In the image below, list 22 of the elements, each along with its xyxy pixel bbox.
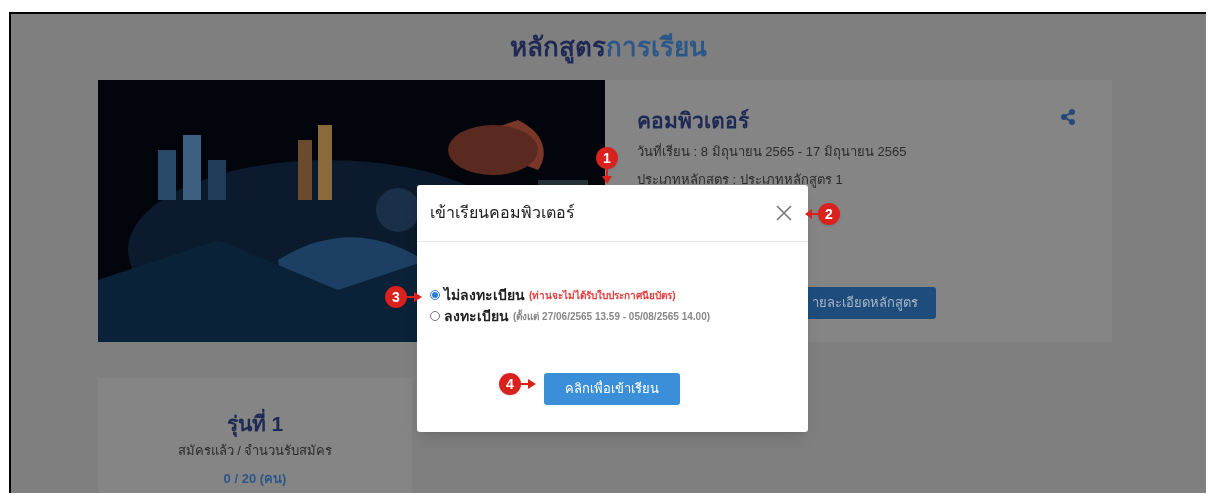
dialog-title: เข้าเรียนคอมพิวเตอร์ bbox=[430, 202, 575, 223]
arrow-icon bbox=[520, 379, 536, 389]
study-dates: วันที่เรียน : 8 มิถุนายน 2565 - 17 มิถุนายน 2565 bbox=[637, 142, 907, 162]
course-type: ประเภทหลักสตร : ประเภทหลักสูตร 1 bbox=[637, 171, 843, 190]
course-title: คอมพิวเตอร์ bbox=[637, 108, 749, 134]
batch-caption: สมัครแล้ว / จำนวนรับสมัคร bbox=[177, 442, 333, 460]
option-note: (ตั้งแต่ 27/06/2565 13.59 - 05/08/2565 14.00) bbox=[513, 308, 711, 324]
details-button[interactable]: ายละเอียดหลักสูตร bbox=[808, 287, 936, 319]
option-label: ลงทะเบียน bbox=[444, 306, 509, 326]
option-note: (ท่านจะไม่ได้รับใบประกาศนียบัตร) bbox=[529, 288, 676, 303]
radio-button[interactable] bbox=[430, 290, 440, 300]
arrow-icon bbox=[602, 168, 612, 184]
arrow-icon bbox=[805, 209, 819, 219]
share-icon[interactable] bbox=[1060, 109, 1076, 125]
option-label: ไม่ลงทะเบียน bbox=[444, 285, 525, 305]
arrow-icon bbox=[406, 292, 422, 302]
submit-button[interactable]: คลิกเพื่อเข้าเรียน bbox=[543, 373, 680, 405]
close-button[interactable] bbox=[775, 204, 793, 222]
page-title-accent: การเรียน bbox=[606, 32, 707, 62]
batch-title: รุ่นที่ 1 bbox=[226, 410, 284, 438]
page-title: หลักสูตร bbox=[510, 32, 606, 62]
batch-count: 0 / 20 (คน) bbox=[223, 470, 287, 488]
